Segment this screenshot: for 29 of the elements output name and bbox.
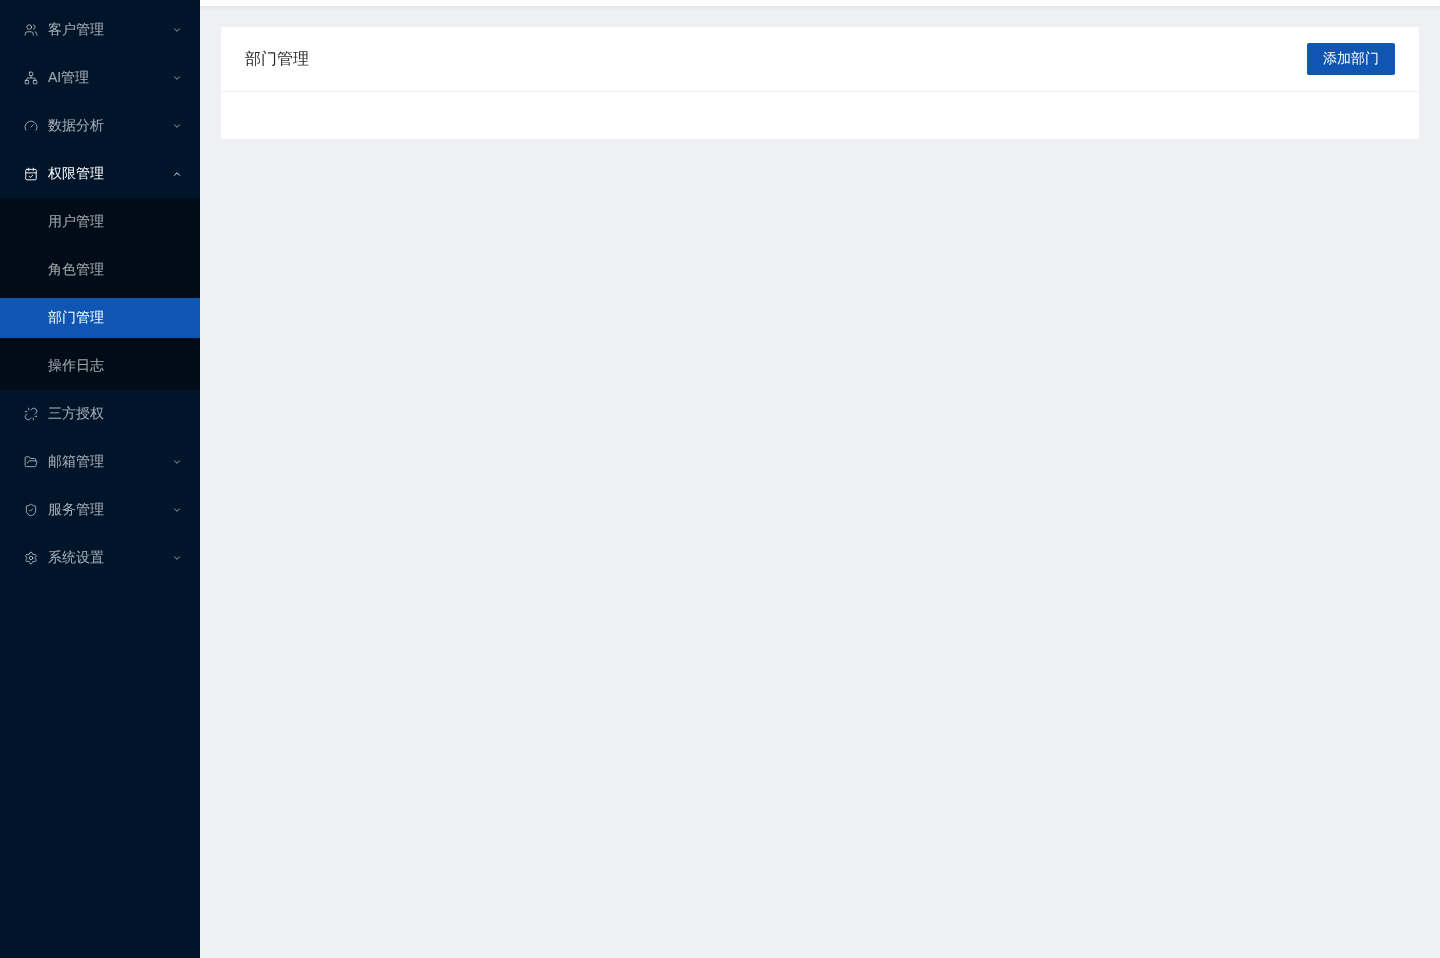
submenu-item[interactable]: 角色管理 bbox=[0, 250, 200, 290]
shield-check-icon bbox=[24, 503, 38, 517]
network-icon bbox=[24, 71, 38, 85]
add-button[interactable]: 添加部门 bbox=[1307, 43, 1395, 75]
gauge-icon bbox=[24, 119, 38, 133]
chevron-down-icon bbox=[172, 121, 182, 131]
chevron-down-icon bbox=[172, 553, 182, 563]
menu-item[interactable]: 三方授权 bbox=[0, 394, 200, 434]
calendar-check-icon bbox=[24, 167, 38, 181]
submenu-item[interactable]: 操作日志 bbox=[0, 346, 200, 386]
menu-item[interactable]: 邮箱管理 bbox=[0, 442, 200, 482]
page-title: 部门管理 bbox=[245, 48, 309, 69]
menu-item[interactable]: 服务管理 bbox=[0, 490, 200, 530]
chevron-down-icon bbox=[172, 505, 182, 515]
menu-item[interactable]: AI管理 bbox=[0, 58, 200, 98]
menu-item[interactable]: 客户管理 bbox=[0, 10, 200, 50]
users-icon bbox=[24, 23, 38, 37]
chevron-down-icon bbox=[172, 73, 182, 83]
submenu-item[interactable]: 部门管理 bbox=[0, 298, 200, 338]
chevron-down-icon bbox=[172, 457, 182, 467]
chevron-up-icon bbox=[172, 169, 182, 179]
folder-icon bbox=[24, 455, 38, 469]
chevron-down-icon bbox=[172, 25, 182, 35]
menu-item[interactable]: 数据分析 bbox=[0, 106, 200, 146]
menu-item[interactable]: 系统设置 bbox=[0, 538, 200, 578]
settings-icon bbox=[24, 551, 38, 565]
unlink-icon bbox=[24, 407, 38, 421]
submenu-item[interactable]: 用户管理 bbox=[0, 202, 200, 242]
menu-item[interactable]: 权限管理 bbox=[0, 154, 200, 194]
